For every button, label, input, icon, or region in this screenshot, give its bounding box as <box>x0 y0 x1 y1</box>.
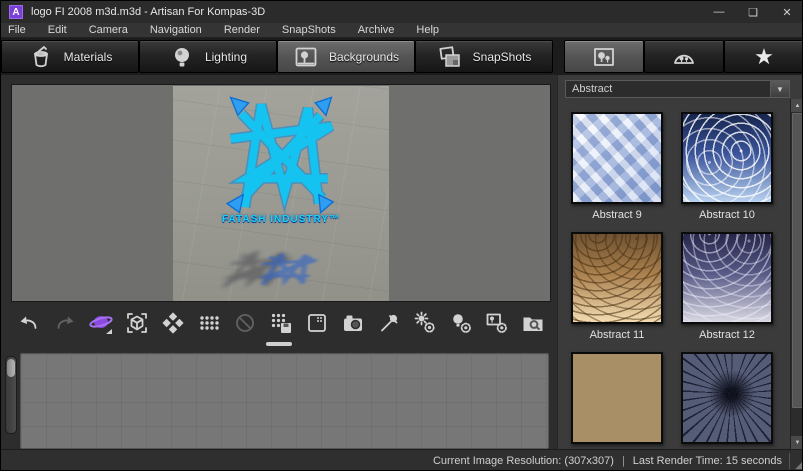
panel-scrollbar[interactable]: ▲ ▼ <box>790 99 802 449</box>
mode-panorama-dome[interactable] <box>644 40 724 73</box>
photo-stack-icon <box>437 44 463 70</box>
scroll-down-icon[interactable]: ▼ <box>791 436 802 449</box>
thumbnail-row3-right[interactable] <box>676 352 778 449</box>
camera-snapshot-icon[interactable] <box>339 309 367 337</box>
mode-backgrounds-2d[interactable] <box>564 40 644 73</box>
scrollbar-thumb[interactable] <box>792 113 802 408</box>
thumbnail-grid: Abstract 9 Abstract 10 Abstract 11 Abstr… <box>566 112 778 449</box>
render-settings-gear-icon[interactable] <box>411 309 439 337</box>
scroll-up-icon[interactable]: ▲ <box>791 99 802 112</box>
panel-splitter-handle[interactable] <box>266 342 292 346</box>
redo-icon[interactable] <box>51 309 79 337</box>
folder-search-icon[interactable] <box>519 309 547 337</box>
timeline-grid-panel[interactable] <box>20 353 549 449</box>
status-separator: | <box>621 455 625 467</box>
app-window: A logo FI 2008 m3d.m3d - Artisan For Kom… <box>0 0 803 471</box>
pattern-diamonds-icon[interactable] <box>159 309 187 337</box>
tab-snapshots[interactable]: SnapShots <box>415 40 553 73</box>
favorites-star-icon: ★ <box>754 43 774 69</box>
window-title: logo FI 2008 m3d.m3d - Artisan For Kompa… <box>31 6 266 18</box>
logo-artwork <box>211 92 351 218</box>
thumbnail-row3-left[interactable] <box>566 352 668 449</box>
menu-camera[interactable]: Camera <box>78 23 139 37</box>
light-settings-gear-icon[interactable] <box>447 309 475 337</box>
app-logo-icon: A <box>9 5 23 19</box>
light-bulb-icon <box>169 44 195 70</box>
menu-navigation[interactable]: Navigation <box>139 23 213 37</box>
undo-icon[interactable] <box>15 309 43 337</box>
thumbnail-abstract-9[interactable]: Abstract 9 <box>566 112 668 232</box>
status-bar: Current Image Resolution: (307x307) | La… <box>1 449 802 470</box>
maximize-button[interactable]: ❑ <box>736 1 770 23</box>
thumbnail-image[interactable] <box>571 232 663 324</box>
logo-text: FATASH INDUSTRY™ <box>221 214 341 225</box>
menu-archive[interactable]: Archive <box>347 23 406 37</box>
tab-label: Backgrounds <box>328 49 400 64</box>
close-button[interactable]: ✕ <box>770 1 802 23</box>
thumbnail-label: Abstract 12 <box>699 329 755 341</box>
resize-grip-icon[interactable]: ◢ <box>795 460 802 470</box>
tab-bar: Materials Lighting Backgrounds SnapShots <box>1 38 802 75</box>
main-area: FATASH INDUSTRY™ <box>1 75 557 449</box>
viewport-toolbar <box>15 308 547 338</box>
mode-favorites[interactable]: ★ <box>724 40 802 73</box>
render-canvas[interactable]: FATASH INDUSTRY™ <box>173 86 389 301</box>
category-dropdown[interactable]: Abstract <box>565 80 770 98</box>
thumbnail-image[interactable] <box>681 112 773 204</box>
background-settings-gear-icon[interactable] <box>483 309 511 337</box>
tab-lighting[interactable]: Lighting <box>139 40 277 73</box>
render-viewport: FATASH INDUSTRY™ <box>11 84 551 302</box>
dot-grid-icon[interactable] <box>195 309 223 337</box>
tab-label: Materials <box>63 49 113 64</box>
tab-label: Lighting <box>204 49 248 64</box>
tab-backgrounds[interactable]: Backgrounds <box>277 40 415 73</box>
thumbnail-image[interactable] <box>681 352 773 444</box>
tab-label: SnapShots <box>472 49 532 64</box>
menu-file[interactable]: File <box>1 23 37 37</box>
disable-ban-icon[interactable] <box>231 309 259 337</box>
eyedropper-icon[interactable] <box>375 309 403 337</box>
menu-render[interactable]: Render <box>213 23 271 37</box>
dot-grid-save-icon[interactable] <box>267 309 295 337</box>
menu-help[interactable]: Help <box>405 23 450 37</box>
vertical-slider[interactable] <box>5 356 17 434</box>
title-bar: A logo FI 2008 m3d.m3d - Artisan For Kom… <box>1 1 802 23</box>
landscape-image-icon <box>293 44 319 70</box>
thumbnail-abstract-12[interactable]: Abstract 12 <box>676 232 778 352</box>
logo-floor-reflection <box>219 250 355 288</box>
render-planet-icon[interactable] <box>87 309 115 337</box>
vertical-slider-thumb[interactable] <box>7 359 15 377</box>
background-image-mode-icon <box>591 44 617 70</box>
thumbnail-label: Abstract 9 <box>592 209 642 221</box>
menu-edit[interactable]: Edit <box>37 23 78 37</box>
paint-bucket-icon <box>28 44 54 70</box>
thumbnail-image[interactable] <box>681 232 773 324</box>
thumbnail-label: Abstract 10 <box>699 209 755 221</box>
thumbnail-label: Abstract 11 <box>589 329 645 341</box>
minimize-button[interactable]: — <box>702 1 736 23</box>
backgrounds-panel: Abstract ▼ Abstract 9 Abstract 10 Abstra… <box>557 75 802 449</box>
thumbnail-image[interactable] <box>571 352 663 444</box>
menu-snapshots[interactable]: SnapShots <box>271 23 347 37</box>
thumbnail-abstract-11[interactable]: Abstract 11 <box>566 232 668 352</box>
panorama-dome-mode-icon <box>671 44 697 70</box>
chevron-down-icon[interactable]: ▼ <box>770 80 790 98</box>
fit-view-cube-icon[interactable] <box>123 309 151 337</box>
status-resolution: Current Image Resolution: (307x307) <box>432 455 614 467</box>
tab-materials[interactable]: Materials <box>1 40 139 73</box>
status-end-divider <box>789 453 790 469</box>
frame-grid-icon[interactable] <box>303 309 331 337</box>
thumbnail-abstract-10[interactable]: Abstract 10 <box>676 112 778 232</box>
status-render-time: Last Render Time: 15 seconds <box>632 455 782 467</box>
menu-bar: File Edit Camera Navigation Render SnapS… <box>1 23 802 38</box>
thumbnail-image[interactable] <box>571 112 663 204</box>
